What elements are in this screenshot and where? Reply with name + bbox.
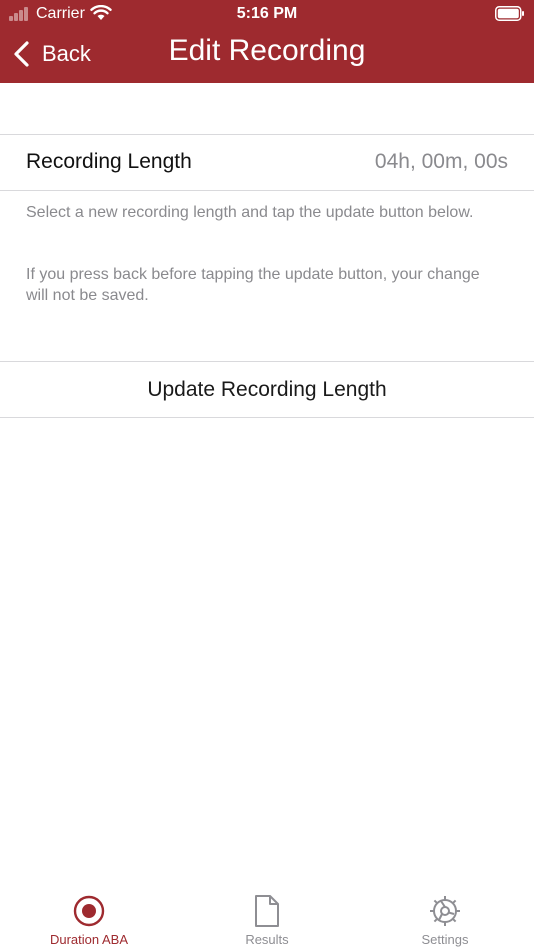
navigation-bar: Carrier 5:16 PM Back Edit Recording [0,0,534,83]
divider [0,190,534,191]
recording-length-label: Recording Length [26,150,192,173]
help-text-select: Select a new recording length and tap th… [26,204,474,221]
edit-recording-screen: Carrier 5:16 PM Back Edit Recording Reco… [0,0,534,950]
update-recording-length-button[interactable]: Update Recording Length [0,362,534,417]
status-time: 5:16 PM [236,5,298,22]
tab-results[interactable]: Results [178,880,356,950]
status-bar: Carrier 5:16 PM [0,0,534,28]
divider [0,417,534,418]
record-icon [73,895,105,927]
page-title: Edit Recording [168,34,366,67]
tab-settings[interactable]: Settings [356,880,534,950]
tab-duration-aba[interactable]: Duration ABA [0,880,178,950]
recording-length-row[interactable]: Recording Length 04h, 00m, 00s [0,135,534,190]
tab-label: Results [245,932,289,947]
tab-label: Duration ABA [49,932,129,947]
gear-icon [430,896,460,926]
recording-length-value: 04h, 00m, 00s [374,150,508,173]
help-text-warning: If you press back before tapping the upd… [26,266,480,304]
battery-icon [495,6,524,21]
tab-label: Settings [421,932,469,947]
document-icon [255,895,279,927]
tab-bar: Duration ABA Results Settings [0,880,534,950]
